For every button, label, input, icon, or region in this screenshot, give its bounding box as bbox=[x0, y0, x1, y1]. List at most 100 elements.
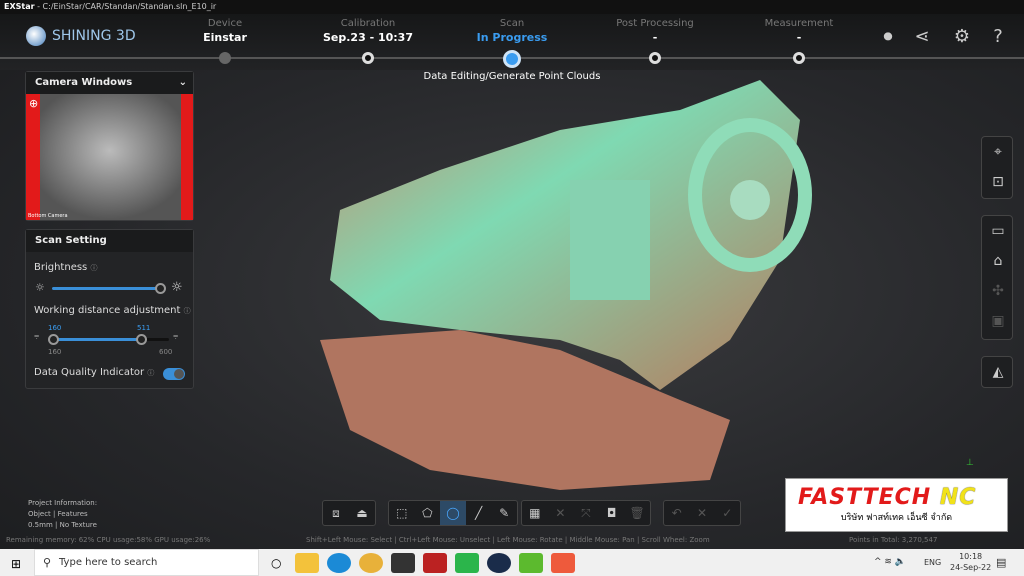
step-post-processing[interactable]: Post Processing - bbox=[585, 18, 725, 44]
share-icon[interactable]: ⋖ bbox=[910, 26, 934, 48]
app-red-icon[interactable] bbox=[423, 552, 447, 573]
chevron-down-icon[interactable]: ⌄ bbox=[179, 72, 187, 94]
line-select-icon[interactable]: ╱ bbox=[466, 501, 492, 525]
camera-preview: ⊕ Bottom Camera bbox=[26, 94, 193, 220]
step-value: Einstar bbox=[203, 31, 247, 44]
select-all-icon[interactable]: ▦ bbox=[522, 501, 548, 525]
points-total: Points in Total: 3,270,547 bbox=[849, 536, 938, 544]
render-mode-icon[interactable]: ◭ bbox=[982, 357, 1014, 387]
camera-windows-panel: Camera Windows ⌄ ⊕ Bottom Camera bbox=[25, 71, 194, 221]
box-view-icon[interactable]: ⧈ bbox=[323, 501, 349, 525]
record-icon[interactable]: ⏺ bbox=[876, 26, 900, 48]
step-dot bbox=[219, 52, 231, 64]
globe-icon bbox=[26, 26, 46, 46]
brand-logo: SHINING 3D bbox=[26, 26, 136, 46]
settings-icon[interactable]: ⚙ bbox=[950, 26, 974, 48]
brush-select-icon[interactable]: ✎ bbox=[491, 501, 517, 525]
step-value: In Progress bbox=[476, 31, 548, 44]
step-caption: Scan bbox=[499, 18, 525, 29]
file-path: - C:/EinStar/CAR/Standan/Standan.sln_E10… bbox=[37, 2, 217, 11]
selection-ops: ▦ ✕ ⤧ ◘ 🗑 bbox=[521, 500, 651, 526]
mouse-hints: Shift+Left Mouse: Select | Ctrl+Left Mou… bbox=[306, 536, 710, 544]
brightness-knob[interactable] bbox=[154, 283, 166, 294]
step-caption: Device bbox=[207, 18, 243, 29]
camera-panel-header[interactable]: Camera Windows ⌄ bbox=[26, 72, 193, 94]
distance-near-icon: ⩦ bbox=[34, 331, 40, 341]
lasso-select-icon[interactable]: ◯ bbox=[440, 501, 466, 525]
info-icon[interactable]: ⓘ bbox=[184, 307, 191, 315]
polygon-select-icon[interactable]: ⬠ bbox=[415, 501, 441, 525]
clean-icon[interactable]: ⌂ bbox=[982, 246, 1014, 276]
invert-selection-icon[interactable]: ⤧ bbox=[573, 501, 599, 525]
dqi-toggle[interactable] bbox=[163, 368, 185, 380]
camtasia-green-icon[interactable] bbox=[519, 552, 543, 573]
project-info: Project Information: Object | Features 0.5… bbox=[28, 499, 98, 529]
chrome-icon[interactable] bbox=[359, 552, 383, 573]
help-icon[interactable]: ? bbox=[986, 26, 1010, 48]
overexposure-region bbox=[26, 94, 40, 220]
step-caption: Measurement bbox=[764, 18, 834, 29]
title-bar: EXStar - C:/EinStar/CAR/Standan/Standan.… bbox=[0, 0, 1024, 14]
center-console-mesh bbox=[570, 180, 650, 300]
camera-panel-title: Camera Windows bbox=[35, 77, 133, 88]
clock[interactable]: 10:18 24-Sep-22 bbox=[950, 551, 991, 573]
render-toolbar: ◭ bbox=[981, 356, 1013, 388]
axis-gizmo: ⊥ bbox=[966, 458, 974, 468]
undo-icon[interactable]: ↶ bbox=[664, 501, 689, 525]
step-caption: Post Processing bbox=[616, 18, 694, 29]
wd-max-label: 600 bbox=[159, 348, 173, 356]
windows-start-icon[interactable]: ⊞ bbox=[11, 557, 21, 571]
brand-name: SHINING 3D bbox=[52, 28, 136, 44]
scan-setting-title: Scan Setting bbox=[26, 230, 193, 252]
taskbar-search[interactable]: ⚲ Type here to search bbox=[34, 549, 259, 576]
fit-view-icon[interactable]: ⊡ bbox=[982, 167, 1014, 197]
puzzle-icon[interactable]: ✣ bbox=[982, 276, 1014, 306]
brightness-slider[interactable] bbox=[52, 283, 166, 294]
info-icon[interactable]: ⓘ bbox=[147, 369, 154, 377]
step-calibration[interactable]: Calibration Sep.23 - 10:37 bbox=[298, 18, 438, 44]
scan-setting-panel: Scan Setting Brightness ⓘ ☼ ☼ Working di… bbox=[25, 229, 194, 389]
distance-far-icon: ⩦ bbox=[173, 331, 179, 341]
edge-icon[interactable] bbox=[327, 552, 351, 573]
brightness-high-icon: ☼ bbox=[171, 280, 183, 295]
windows-taskbar: ⊞ ⚲ Type here to search ○ ^ ≋ 🔈 ENG 10:18… bbox=[0, 549, 1024, 576]
step-measurement[interactable]: Measurement - bbox=[729, 18, 869, 44]
cursor-select-icon[interactable]: ⌖ bbox=[982, 137, 1014, 167]
save-icon[interactable]: ▣ bbox=[982, 306, 1014, 336]
wd-low-knob[interactable] bbox=[48, 334, 59, 345]
camtasia-red-icon[interactable] bbox=[551, 552, 575, 573]
wd-min-label: 160 bbox=[48, 348, 62, 356]
edit-toolbar: ▭ ⌂ ✣ ▣ bbox=[981, 215, 1013, 340]
exstar-icon[interactable] bbox=[487, 552, 511, 573]
language-indicator[interactable]: ENG bbox=[924, 558, 941, 567]
info-icon[interactable]: ⓘ bbox=[90, 264, 97, 272]
logo-wordmark: FASTTECH NC bbox=[798, 485, 977, 510]
step-caption: Calibration bbox=[340, 18, 396, 29]
step-device[interactable]: Device Einstar bbox=[155, 18, 295, 44]
wd-high-knob[interactable] bbox=[136, 334, 147, 345]
cancel-icon[interactable]: ✕ bbox=[689, 501, 714, 525]
wd-high-value: 511 bbox=[137, 324, 151, 332]
tray-icons[interactable]: ^ ≋ 🔈 bbox=[874, 557, 906, 567]
window-icon[interactable]: ▭ bbox=[982, 216, 1014, 246]
zoom-icon[interactable]: ⊕ bbox=[29, 97, 38, 110]
step-scan[interactable]: Scan In Progress bbox=[442, 18, 582, 44]
apply-icon[interactable]: ✓ bbox=[715, 501, 740, 525]
view-toolbar: ⌖ ⊡ bbox=[981, 136, 1013, 199]
clear-selection-icon[interactable]: ✕ bbox=[548, 501, 574, 525]
store-icon[interactable] bbox=[391, 552, 415, 573]
line-icon[interactable] bbox=[455, 552, 479, 573]
file-explorer-icon[interactable] bbox=[295, 552, 319, 573]
delete-icon[interactable]: 🗑 bbox=[624, 501, 650, 525]
plane-icon[interactable]: ⏏ bbox=[349, 501, 375, 525]
fasttech-logo: FASTTECH NC บริษัท ฟาสท์เทค เอ็นซี จำกัด bbox=[785, 478, 1008, 532]
scan-point-cloud-viewport[interactable] bbox=[260, 60, 820, 520]
cortana-icon[interactable]: ○ bbox=[271, 556, 291, 570]
working-distance-slider[interactable] bbox=[48, 334, 169, 345]
notification-icon[interactable]: ▤ bbox=[996, 556, 1006, 569]
rect-select-icon[interactable]: ⬚ bbox=[389, 501, 415, 525]
connected-select-icon[interactable]: ◘ bbox=[599, 501, 625, 525]
view-tools: ⧈ ⏏ bbox=[322, 500, 376, 526]
selection-tools: ⬚ ⬠ ◯ ╱ ✎ bbox=[388, 500, 518, 526]
app-name: EXStar bbox=[4, 2, 35, 11]
